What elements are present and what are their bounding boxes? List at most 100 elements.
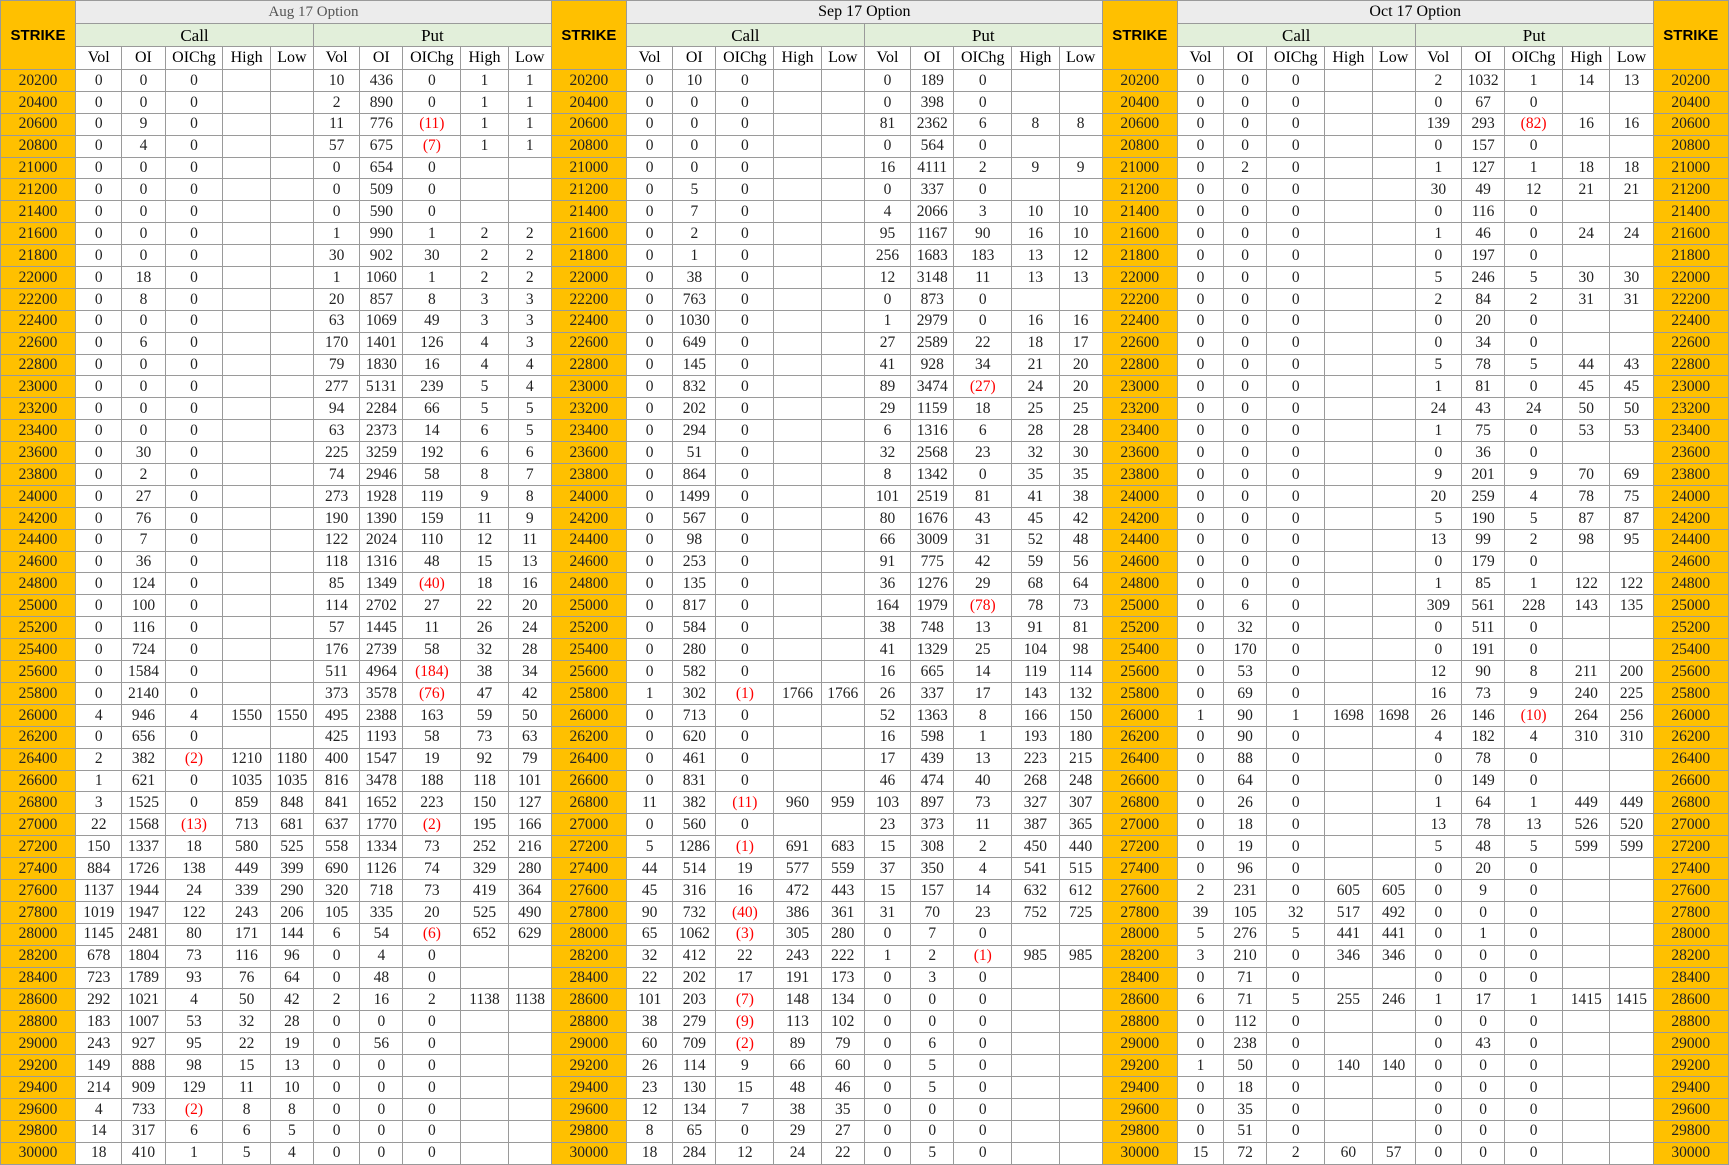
call-low-cell bbox=[1371, 681, 1416, 705]
column-header-low: Low bbox=[1371, 46, 1416, 70]
call-low-cell: 64 bbox=[269, 966, 314, 990]
call-oichg-cell: 0 bbox=[164, 484, 224, 508]
put-oi-cell: 34 bbox=[1460, 331, 1506, 355]
put-vol-cell: 32 bbox=[863, 441, 912, 465]
put-low-cell: 50 bbox=[507, 703, 552, 727]
put-vol-cell: 0 bbox=[863, 178, 912, 202]
strike-cell: 21800 bbox=[1652, 244, 1729, 268]
strike-cell: 24000 bbox=[1652, 484, 1729, 508]
put-low-cell: 515 bbox=[1058, 857, 1103, 880]
strike-cell: 28200 bbox=[550, 944, 627, 968]
strike-cell: 21600 bbox=[0, 222, 77, 246]
call-high-cell: 50 bbox=[222, 988, 271, 1012]
call-oi-cell: 2 bbox=[672, 222, 717, 246]
put-vol-cell: 0 bbox=[1414, 90, 1462, 114]
strike-cell: 29200 bbox=[1652, 1054, 1729, 1077]
call-oi-cell: 90 bbox=[1223, 703, 1268, 727]
put-high-cell: 5 bbox=[460, 397, 509, 421]
table-row: 21000 0 0 0 0 654 0 21000 0 0 0 16 4111 2 9 9 21000 0 2 0 1 1… bbox=[0, 156, 1729, 180]
put-oichg-cell: 1 bbox=[1504, 572, 1564, 596]
put-oi-cell: 127 bbox=[1460, 156, 1506, 180]
table-row: 24800 0 124 0 85 1349 (40) 18 16 24800 0 135 0 36 1276… bbox=[0, 572, 1729, 596]
put-oi-cell: 308 bbox=[910, 835, 955, 859]
call-oichg-cell: 0 bbox=[164, 550, 224, 574]
strike-cell: 22600 bbox=[1101, 331, 1178, 355]
put-high-cell: 21 bbox=[1562, 178, 1611, 202]
put-low-cell: 56 bbox=[1058, 550, 1103, 574]
table-row: 26800 3 1525 0 859 848 841 1652 223 150 127 26800 11… bbox=[0, 791, 1729, 815]
put-oichg-cell: 0 bbox=[402, 200, 462, 224]
put-vol-cell: 37 bbox=[863, 857, 912, 880]
call-low-cell bbox=[1371, 397, 1416, 421]
call-vol-cell: 678 bbox=[75, 944, 123, 968]
put-high-cell: 98 bbox=[1562, 528, 1611, 552]
put-oi-cell: 0 bbox=[359, 1141, 404, 1165]
call-oichg-cell: 0 bbox=[164, 309, 224, 333]
put-oichg-cell: 0 bbox=[1504, 1141, 1564, 1165]
put-high-cell: 24 bbox=[1011, 375, 1060, 399]
put-oichg-cell: 11 bbox=[953, 813, 1013, 837]
strike-cell: 24400 bbox=[1101, 528, 1178, 552]
put-high-cell: 18 bbox=[460, 572, 509, 596]
call-oi-cell: 88 bbox=[1223, 747, 1268, 771]
put-vol-cell: 0 bbox=[1414, 944, 1462, 968]
put-high-cell: 1138 bbox=[460, 988, 509, 1012]
put-oichg-cell: 0 bbox=[1504, 1032, 1564, 1056]
put-low-cell: 449 bbox=[1609, 791, 1654, 815]
put-oi-cell: 2519 bbox=[910, 484, 955, 508]
call-vol-cell: 0 bbox=[75, 244, 123, 268]
strike-cell: 25800 bbox=[0, 681, 77, 705]
call-oi-cell: 294 bbox=[672, 419, 717, 443]
put-oichg-cell: 2 bbox=[1504, 528, 1564, 552]
put-vol-cell: 20 bbox=[312, 287, 361, 311]
put-high-cell bbox=[1562, 1032, 1611, 1056]
call-low-cell: 1180 bbox=[269, 747, 314, 771]
call-oichg-cell: 0 bbox=[1266, 572, 1326, 596]
put-low-cell bbox=[1058, 178, 1103, 202]
put-oi-cell: 20 bbox=[1460, 309, 1506, 333]
put-high-cell: 53 bbox=[1562, 419, 1611, 443]
put-vol-cell: 5 bbox=[1414, 266, 1462, 289]
strike-cell: 22000 bbox=[0, 266, 77, 289]
call-high-cell bbox=[773, 156, 822, 180]
put-oi-cell: 146 bbox=[1460, 703, 1506, 727]
put-high-cell: 16 bbox=[1011, 222, 1060, 246]
put-low-cell: 216 bbox=[507, 835, 552, 859]
put-oi-cell: 1032 bbox=[1460, 69, 1506, 92]
call-oichg-cell: 0 bbox=[715, 134, 775, 158]
put-high-cell: 9 bbox=[460, 484, 509, 508]
put-oi-cell: 9 bbox=[1460, 878, 1506, 902]
put-vol-cell: 0 bbox=[1414, 1032, 1462, 1056]
put-vol-cell: 0 bbox=[1414, 1097, 1462, 1121]
call-oi-cell: 65 bbox=[672, 1119, 717, 1143]
put-vol-cell: 79 bbox=[312, 353, 361, 377]
put-vol-cell: 23 bbox=[863, 813, 912, 837]
put-oichg-cell: 0 bbox=[953, 309, 1013, 333]
call-low-cell: 441 bbox=[1371, 922, 1416, 946]
put-vol-cell: 57 bbox=[312, 134, 361, 158]
strike-cell: 24000 bbox=[550, 484, 627, 508]
put-oichg-cell: 0 bbox=[402, 966, 462, 990]
put-oi-cell: 398 bbox=[910, 90, 955, 114]
put-oi-cell: 2373 bbox=[359, 419, 404, 443]
strike-cell: 23600 bbox=[550, 441, 627, 465]
put-vol-cell: 0 bbox=[863, 966, 912, 990]
call-low-cell bbox=[269, 222, 314, 246]
call-oi-cell: 100 bbox=[121, 594, 166, 618]
call-high-cell bbox=[1324, 90, 1373, 114]
call-oi-cell: 0 bbox=[1223, 484, 1268, 508]
put-vol-cell: 2 bbox=[1414, 287, 1462, 311]
put-high-cell: 16 bbox=[1562, 112, 1611, 136]
call-oichg-cell: 0 bbox=[1266, 287, 1326, 311]
call-high-cell bbox=[773, 660, 822, 683]
put-oi-cell: 0 bbox=[1460, 966, 1506, 990]
call-oi-cell: 0 bbox=[1223, 200, 1268, 224]
put-high-cell: 59 bbox=[1011, 550, 1060, 574]
call-high-cell bbox=[222, 69, 271, 92]
call-low-cell: 96 bbox=[269, 944, 314, 968]
put-vol-cell: 11 bbox=[312, 112, 361, 136]
call-high-cell: 1210 bbox=[222, 747, 271, 771]
call-low-cell bbox=[820, 484, 865, 508]
call-low-cell: 28 bbox=[269, 1010, 314, 1034]
put-oi-cell: 0 bbox=[1460, 1010, 1506, 1034]
